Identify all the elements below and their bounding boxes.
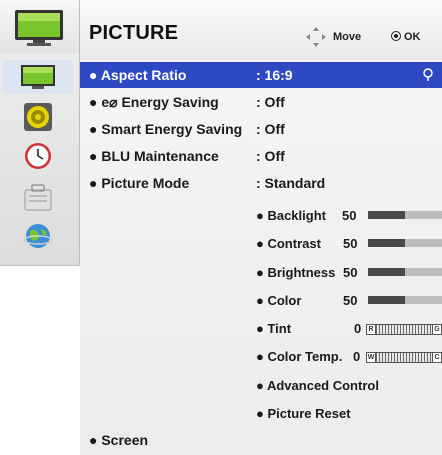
setting-label: ● Backlight — [256, 208, 326, 223]
setting-value: 50 — [343, 265, 358, 280]
color-temp-right-mark: C — [432, 353, 442, 362]
setting-value: 0 — [354, 321, 362, 336]
pointer-icon — [423, 68, 433, 81]
clock-icon — [25, 143, 51, 169]
sidebar-item-lock[interactable] — [3, 180, 73, 214]
menu-item-label: ● Smart Energy Saving — [89, 121, 243, 137]
setting-label: ● Picture Reset — [256, 406, 351, 421]
setting-brightness[interactable]: ● Brightness 50 — [256, 261, 442, 285]
setting-label: ● Tint — [256, 321, 292, 336]
globe-icon — [23, 224, 53, 248]
menu-item-value: : Off — [256, 94, 285, 110]
setting-color-temp[interactable]: ● Color Temp. 0 W C — [256, 345, 442, 369]
menu-item-screen[interactable]: ● Screen — [80, 427, 442, 453]
speaker-icon — [24, 103, 52, 131]
menu-item-value: : Standard — [256, 175, 326, 191]
menu-item-aspect-ratio[interactable]: ● Aspect Ratio : 16:9 — [80, 62, 442, 88]
menu-item-blu-maintenance[interactable]: ● BLU Maintenance : Off — [80, 143, 442, 169]
setting-value: 50 — [343, 293, 358, 308]
setting-backlight[interactable]: ● Backlight 50 — [256, 204, 442, 228]
menu-item-label: ● e⌀ Energy Saving — [89, 94, 219, 110]
menu-item-label: ● Aspect Ratio — [89, 67, 187, 83]
lock-icon — [24, 184, 52, 211]
menu-item-picture-mode[interactable]: ● Picture Mode : Standard — [80, 170, 442, 196]
brightness-slider[interactable] — [368, 268, 442, 276]
setting-picture-reset[interactable]: ● Picture Reset — [256, 402, 442, 426]
menu-item-value: : Off — [256, 148, 285, 164]
setting-value: 50 — [343, 236, 358, 251]
move-hint-label: Move — [333, 31, 362, 43]
setting-label: ● Color Temp. — [256, 349, 343, 364]
sidebar-item-time[interactable] — [3, 139, 73, 173]
ok-button-icon — [391, 31, 401, 41]
menu-item-value: : Off — [256, 121, 285, 137]
setting-label: ● Brightness — [256, 265, 336, 280]
backlight-slider[interactable] — [368, 211, 442, 219]
contrast-slider[interactable] — [368, 239, 442, 247]
sidebar-item-audio[interactable] — [3, 100, 73, 134]
color-slider[interactable] — [368, 296, 442, 304]
sidebar-item-picture[interactable] — [3, 60, 73, 94]
setting-color[interactable]: ● Color 50 — [256, 289, 442, 313]
sidebar-item-network[interactable] — [3, 219, 73, 253]
color-temp-slider[interactable]: W C — [366, 352, 442, 363]
color-temp-left-mark: W — [366, 353, 376, 362]
page-title: PICTURE — [89, 22, 179, 44]
setting-value: 50 — [342, 208, 357, 223]
setting-label: ● Advanced Control — [256, 378, 379, 393]
picture-icon — [21, 65, 55, 89]
tint-right-mark: G — [432, 325, 442, 334]
menu-item-value: : 16:9 — [256, 67, 293, 83]
sidebar-header — [0, 0, 79, 53]
setting-advanced-control[interactable]: ● Advanced Control — [256, 374, 442, 398]
tint-slider[interactable]: R G — [366, 324, 442, 335]
ok-hint-label: OK — [404, 31, 421, 43]
setting-tint[interactable]: ● Tint 0 R G — [256, 317, 442, 341]
menu-item-label: ● BLU Maintenance — [89, 148, 219, 164]
setting-label: ● Contrast — [256, 236, 321, 251]
menu-item-smart-energy-saving[interactable]: ● Smart Energy Saving : Off — [80, 116, 442, 142]
setting-contrast[interactable]: ● Contrast 50 — [256, 232, 442, 256]
menu-item-energy-saving[interactable]: ● e⌀ Energy Saving : Off — [80, 89, 442, 115]
tint-left-mark: R — [366, 325, 376, 334]
setting-value: 0 — [353, 349, 361, 364]
move-arrows-icon — [306, 27, 326, 47]
menu-item-label: ● Screen — [89, 432, 149, 448]
setting-label: ● Color — [256, 293, 302, 308]
tv-icon — [15, 10, 63, 46]
menu-item-label: ● Picture Mode — [89, 175, 190, 191]
